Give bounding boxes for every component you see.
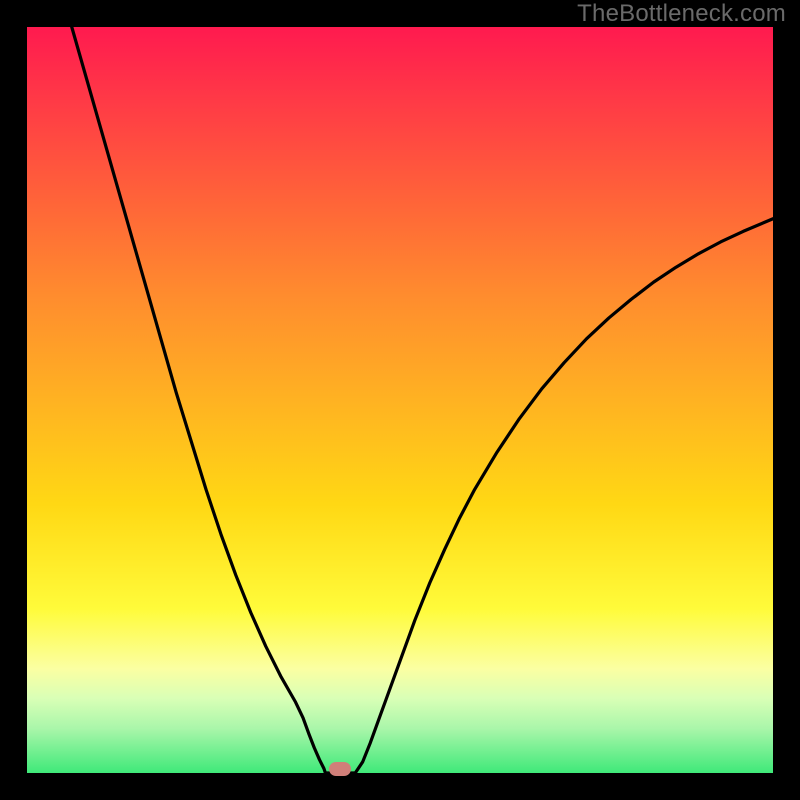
chart-frame: TheBottleneck.com	[0, 0, 800, 800]
bottleneck-curve	[72, 27, 773, 773]
plot-area	[27, 27, 773, 773]
optimal-point-marker	[329, 762, 351, 776]
curve-svg	[27, 27, 773, 773]
watermark-text: TheBottleneck.com	[577, 0, 786, 28]
